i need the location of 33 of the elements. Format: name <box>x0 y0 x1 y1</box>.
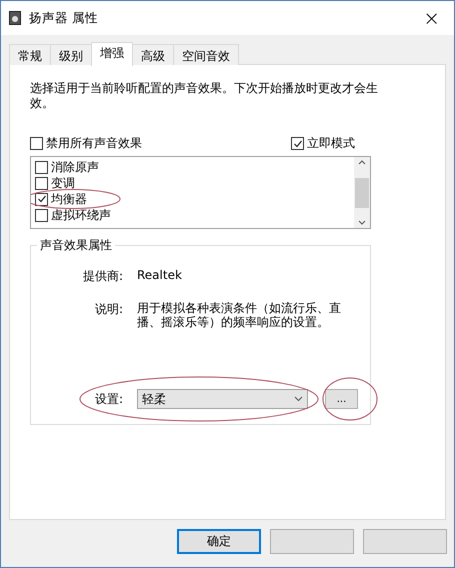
effect-label[interactable]: 消除原声 <box>51 158 99 176</box>
more-button[interactable]: ... <box>325 389 358 409</box>
speaker-icon <box>9 11 21 25</box>
close-button[interactable]: × <box>417 6 446 30</box>
tab[interactable]: 级别 <box>50 44 92 65</box>
window-title: 扬声器 属性 <box>29 10 99 26</box>
field-label: 设置: <box>94 390 123 408</box>
checkbox[interactable] <box>35 208 48 222</box>
tab[interactable]: 高级 <box>132 44 174 65</box>
group-legend: 声音效果属性 <box>37 237 115 254</box>
checkbox-label: 立即模式 <box>307 135 355 152</box>
scroll-up-icon[interactable] <box>358 159 366 165</box>
checkbox[interactable] <box>35 176 48 190</box>
setting-dropdown[interactable]: 轻柔 <box>137 389 308 409</box>
tab[interactable]: 增强 <box>91 42 133 66</box>
checkbox[interactable] <box>30 137 43 150</box>
dialog-button[interactable]: 确定 <box>177 529 261 554</box>
scroll-down-icon[interactable] <box>358 220 366 226</box>
effect-label[interactable]: 变调 <box>51 174 75 192</box>
field-label: 提供商: <box>82 268 123 285</box>
scrollbar[interactable] <box>354 157 370 228</box>
tab[interactable]: 空间音效 <box>173 44 239 65</box>
tab[interactable]: 常规 <box>9 44 51 65</box>
instruction-text: 选择适用于当前聆听配置的声音效果。下次开始播放时更改才会生效。 <box>30 81 379 111</box>
field-label: 说明: <box>94 301 123 318</box>
checkbox-label: 禁用所有声音效果 <box>46 135 142 152</box>
provider-value: Realtek <box>137 268 183 284</box>
checkbox[interactable] <box>291 137 304 150</box>
checkbox[interactable] <box>35 192 48 206</box>
chevron-down-icon <box>294 396 303 402</box>
description-text: 用于模拟各种表演条件（如流行乐、直播、摇滚乐等）的频率响应的设置。 <box>137 301 342 329</box>
effect-label[interactable]: 虚拟环绕声 <box>51 206 111 224</box>
checkbox[interactable] <box>35 160 48 174</box>
